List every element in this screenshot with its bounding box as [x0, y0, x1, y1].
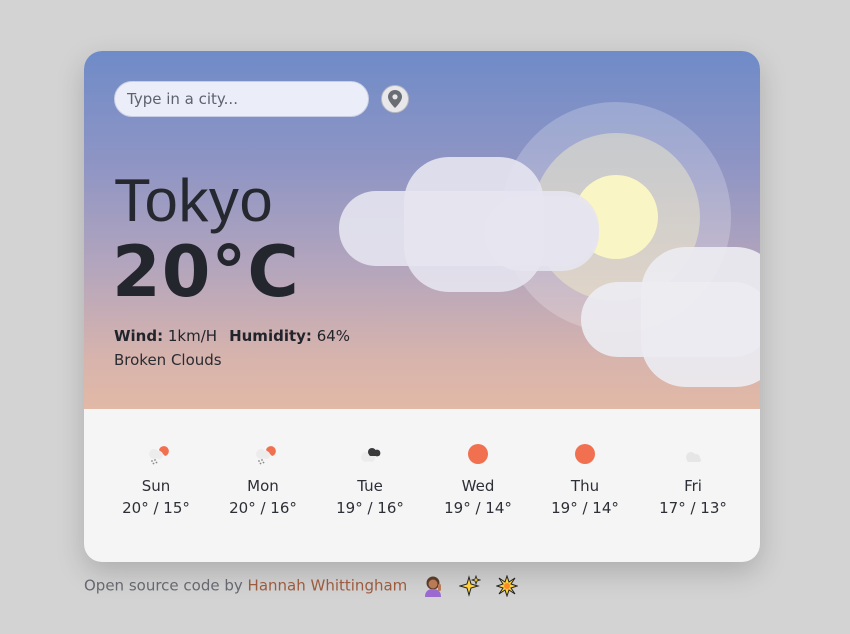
forecast-temp-range: 20° / 16°	[229, 499, 297, 517]
wind-label: Wind:	[114, 327, 164, 345]
forecast-day-thu: Thu 19° / 14°	[535, 439, 635, 519]
light-rain-icon	[256, 446, 276, 465]
light-rain-icon	[149, 446, 169, 465]
forecast-temp-range: 19° / 16°	[336, 499, 404, 517]
humidity-label: Humidity:	[229, 327, 312, 345]
forecast-day-fri: Fri 17° / 13°	[643, 439, 743, 519]
forecast-temp-range: 19° / 14°	[444, 499, 512, 517]
woman-tipping-hand-emoji	[425, 576, 442, 597]
humidity-value: 64%	[316, 327, 351, 345]
forecast-day-name: Sun	[141, 477, 171, 495]
sun-icon	[575, 444, 595, 464]
forecast-day-name: Fri	[684, 477, 702, 495]
city-name: Tokyo	[114, 167, 274, 234]
forecast-day-sun: Sun 20° / 15°	[106, 439, 206, 519]
forecast-day-name: Thu	[570, 477, 600, 495]
weather-card: Tokyo 20°C Wind: 1km/H Humidity: 64% Brok…	[84, 51, 760, 562]
forecast-temp-range: 20° / 15°	[122, 499, 190, 517]
wind-value: 1km/H	[167, 327, 218, 345]
cloud-icon	[686, 452, 701, 462]
forecast-day-name: Tue	[357, 477, 383, 495]
forecast-day-wed: Wed 19° / 14°	[428, 439, 528, 519]
author-link[interactable]: Hannah Whittingham	[248, 577, 408, 595]
footer-credits: Open source code by Hannah Whittingham	[84, 575, 518, 597]
weather-details: Wind: 1km/H Humidity: 64%	[114, 327, 350, 345]
current-weather-panel: Tokyo 20°C Wind: 1km/H Humidity: 64% Brok…	[84, 51, 760, 409]
forecast-day-name: Wed	[461, 477, 495, 495]
forecast-temp-range: 17° / 13°	[659, 499, 727, 517]
sun-icon	[468, 444, 488, 464]
city-search-input[interactable]	[114, 81, 369, 117]
current-temperature: 20°C	[112, 231, 300, 313]
weather-description: Broken Clouds	[114, 351, 222, 369]
forecast-day-mon: Mon 20° / 16°	[213, 439, 313, 519]
sparkles-emoji	[458, 575, 481, 597]
forecast-day-tue: Tue 19° / 16°	[320, 439, 420, 519]
location-pin-icon	[388, 90, 402, 108]
forecast-day-name: Mon	[247, 477, 279, 495]
dark-clouds-icon	[361, 448, 381, 462]
current-location-button[interactable]	[381, 85, 409, 113]
forecast-row: Sun 20° / 15° Mon 20° / 16° Tue 19° / 16…	[84, 409, 760, 562]
footer-prefix: Open source code by	[84, 576, 243, 595]
forecast-temp-range: 19° / 14°	[551, 499, 619, 517]
collision-emoji	[495, 575, 518, 597]
